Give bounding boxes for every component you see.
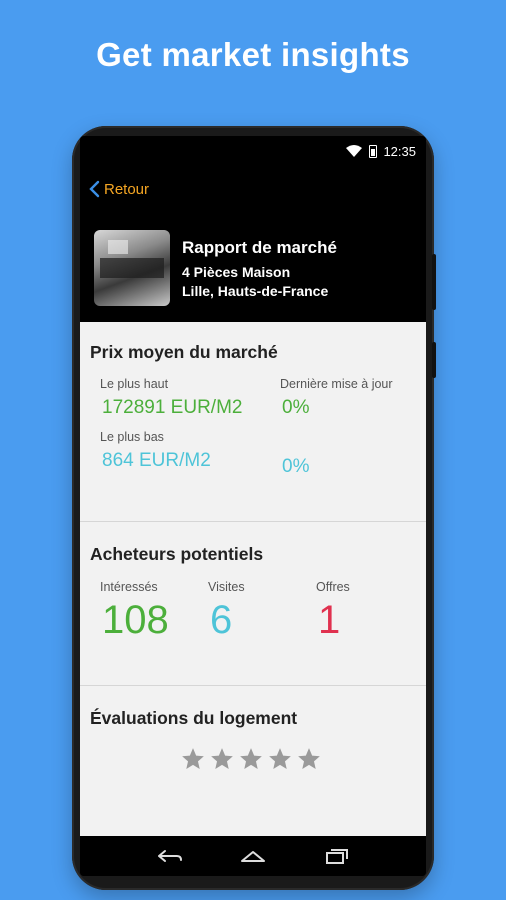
nav-back-icon[interactable] xyxy=(155,846,185,866)
last-update-label: Dernière mise à jour xyxy=(280,377,393,391)
report-header: Rapport de marché 4 Pièces Maison Lille,… xyxy=(182,238,337,301)
battery-icon xyxy=(369,144,378,158)
market-price-title: Prix moyen du marché xyxy=(90,342,278,362)
highest-value: 172891 EUR/M2 xyxy=(102,397,243,418)
ratings-title: Évaluations du logement xyxy=(90,708,298,728)
star-icon[interactable] xyxy=(267,746,293,772)
interested-label: Intéressés xyxy=(100,580,158,594)
buyers-title: Acheteurs potentiels xyxy=(90,544,264,564)
nav-home-icon[interactable] xyxy=(238,846,268,866)
volume-button xyxy=(432,254,436,310)
lowest-label: Le plus bas xyxy=(100,430,164,444)
status-bar: 12:35 xyxy=(345,142,416,160)
buyers-section: Acheteurs potentiels Intéressés Visites … xyxy=(80,522,426,686)
visits-value: 6 xyxy=(210,598,233,642)
app-screen: 12:35 Retour Rapport de marché 4 Pièces … xyxy=(80,136,426,876)
wifi-icon xyxy=(346,145,363,157)
property-type: 4 Pièces Maison xyxy=(182,264,291,280)
power-button xyxy=(432,342,436,378)
offers-label: Offres xyxy=(316,580,350,594)
lowest-value: 864 EUR/M2 xyxy=(102,450,211,471)
lowest-change: 0% xyxy=(282,456,310,477)
highest-change: 0% xyxy=(282,397,310,418)
star-icon[interactable] xyxy=(209,746,235,772)
ratings-section: Évaluations du logement xyxy=(80,686,426,836)
back-button[interactable]: Retour xyxy=(88,180,149,198)
status-time: 12:35 xyxy=(383,143,416,159)
chevron-left-icon xyxy=(89,180,100,198)
android-nav-bar xyxy=(80,836,426,876)
headline: Get market insights xyxy=(96,36,410,73)
visits-label: Visites xyxy=(208,580,245,594)
interested-value: 108 xyxy=(102,598,169,642)
property-location: Lille, Hauts-de-France xyxy=(182,283,329,299)
property-thumbnail xyxy=(94,230,170,306)
offers-value: 1 xyxy=(318,598,341,642)
nav-recents-icon[interactable] xyxy=(321,846,351,866)
report-title: Rapport de marché xyxy=(182,238,337,257)
star-icon[interactable] xyxy=(238,746,264,772)
rating-stars[interactable] xyxy=(180,746,322,772)
phone-frame: 12:35 Retour Rapport de marché 4 Pièces … xyxy=(72,126,436,890)
highest-label: Le plus haut xyxy=(100,377,169,391)
star-icon[interactable] xyxy=(180,746,206,772)
star-icon[interactable] xyxy=(296,746,322,772)
market-price-section: Prix moyen du marché Le plus haut Derniè… xyxy=(80,322,426,522)
report-content: Prix moyen du marché Le plus haut Derniè… xyxy=(80,322,426,836)
back-label: Retour xyxy=(104,180,150,198)
